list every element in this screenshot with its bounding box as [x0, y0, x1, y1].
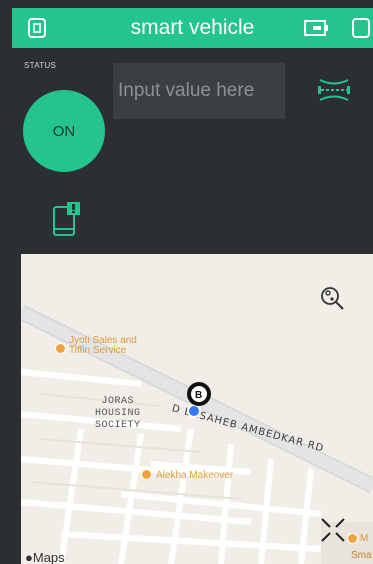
resize-icon[interactable] [317, 76, 351, 104]
on-button[interactable]: ON [23, 90, 105, 172]
location-pin-icon[interactable]: B [183, 381, 213, 421]
poi-label[interactable]: Sma [351, 550, 372, 561]
phone-notification-icon[interactable] [52, 201, 82, 237]
area-label: JORAS HOUSING SOCIETY [95, 396, 141, 431]
marker-label: B [195, 390, 202, 401]
poi-marker[interactable] [141, 469, 152, 480]
poi-marker[interactable] [55, 343, 66, 354]
battery-icon[interactable] [304, 19, 330, 37]
square-icon[interactable] [351, 17, 371, 39]
apple-icon: ● [25, 550, 33, 564]
map-view[interactable]: Jyoti Sales and Tiffin Service JORAS HOU… [21, 254, 373, 564]
poi-label[interactable]: Jyoti Sales and Tiffin Service [69, 336, 137, 356]
poi-marker[interactable] [347, 533, 358, 544]
poi-label[interactable]: M [360, 533, 368, 544]
recenter-icon[interactable] [318, 284, 346, 312]
status-label: STATUS [24, 61, 57, 70]
expand-icon[interactable] [319, 516, 347, 544]
value-input[interactable] [113, 63, 285, 119]
maps-logo: ●Maps [25, 550, 65, 564]
app-header: smart vehicle [12, 8, 373, 48]
poi-label[interactable]: Alekha Makeover [156, 470, 233, 481]
